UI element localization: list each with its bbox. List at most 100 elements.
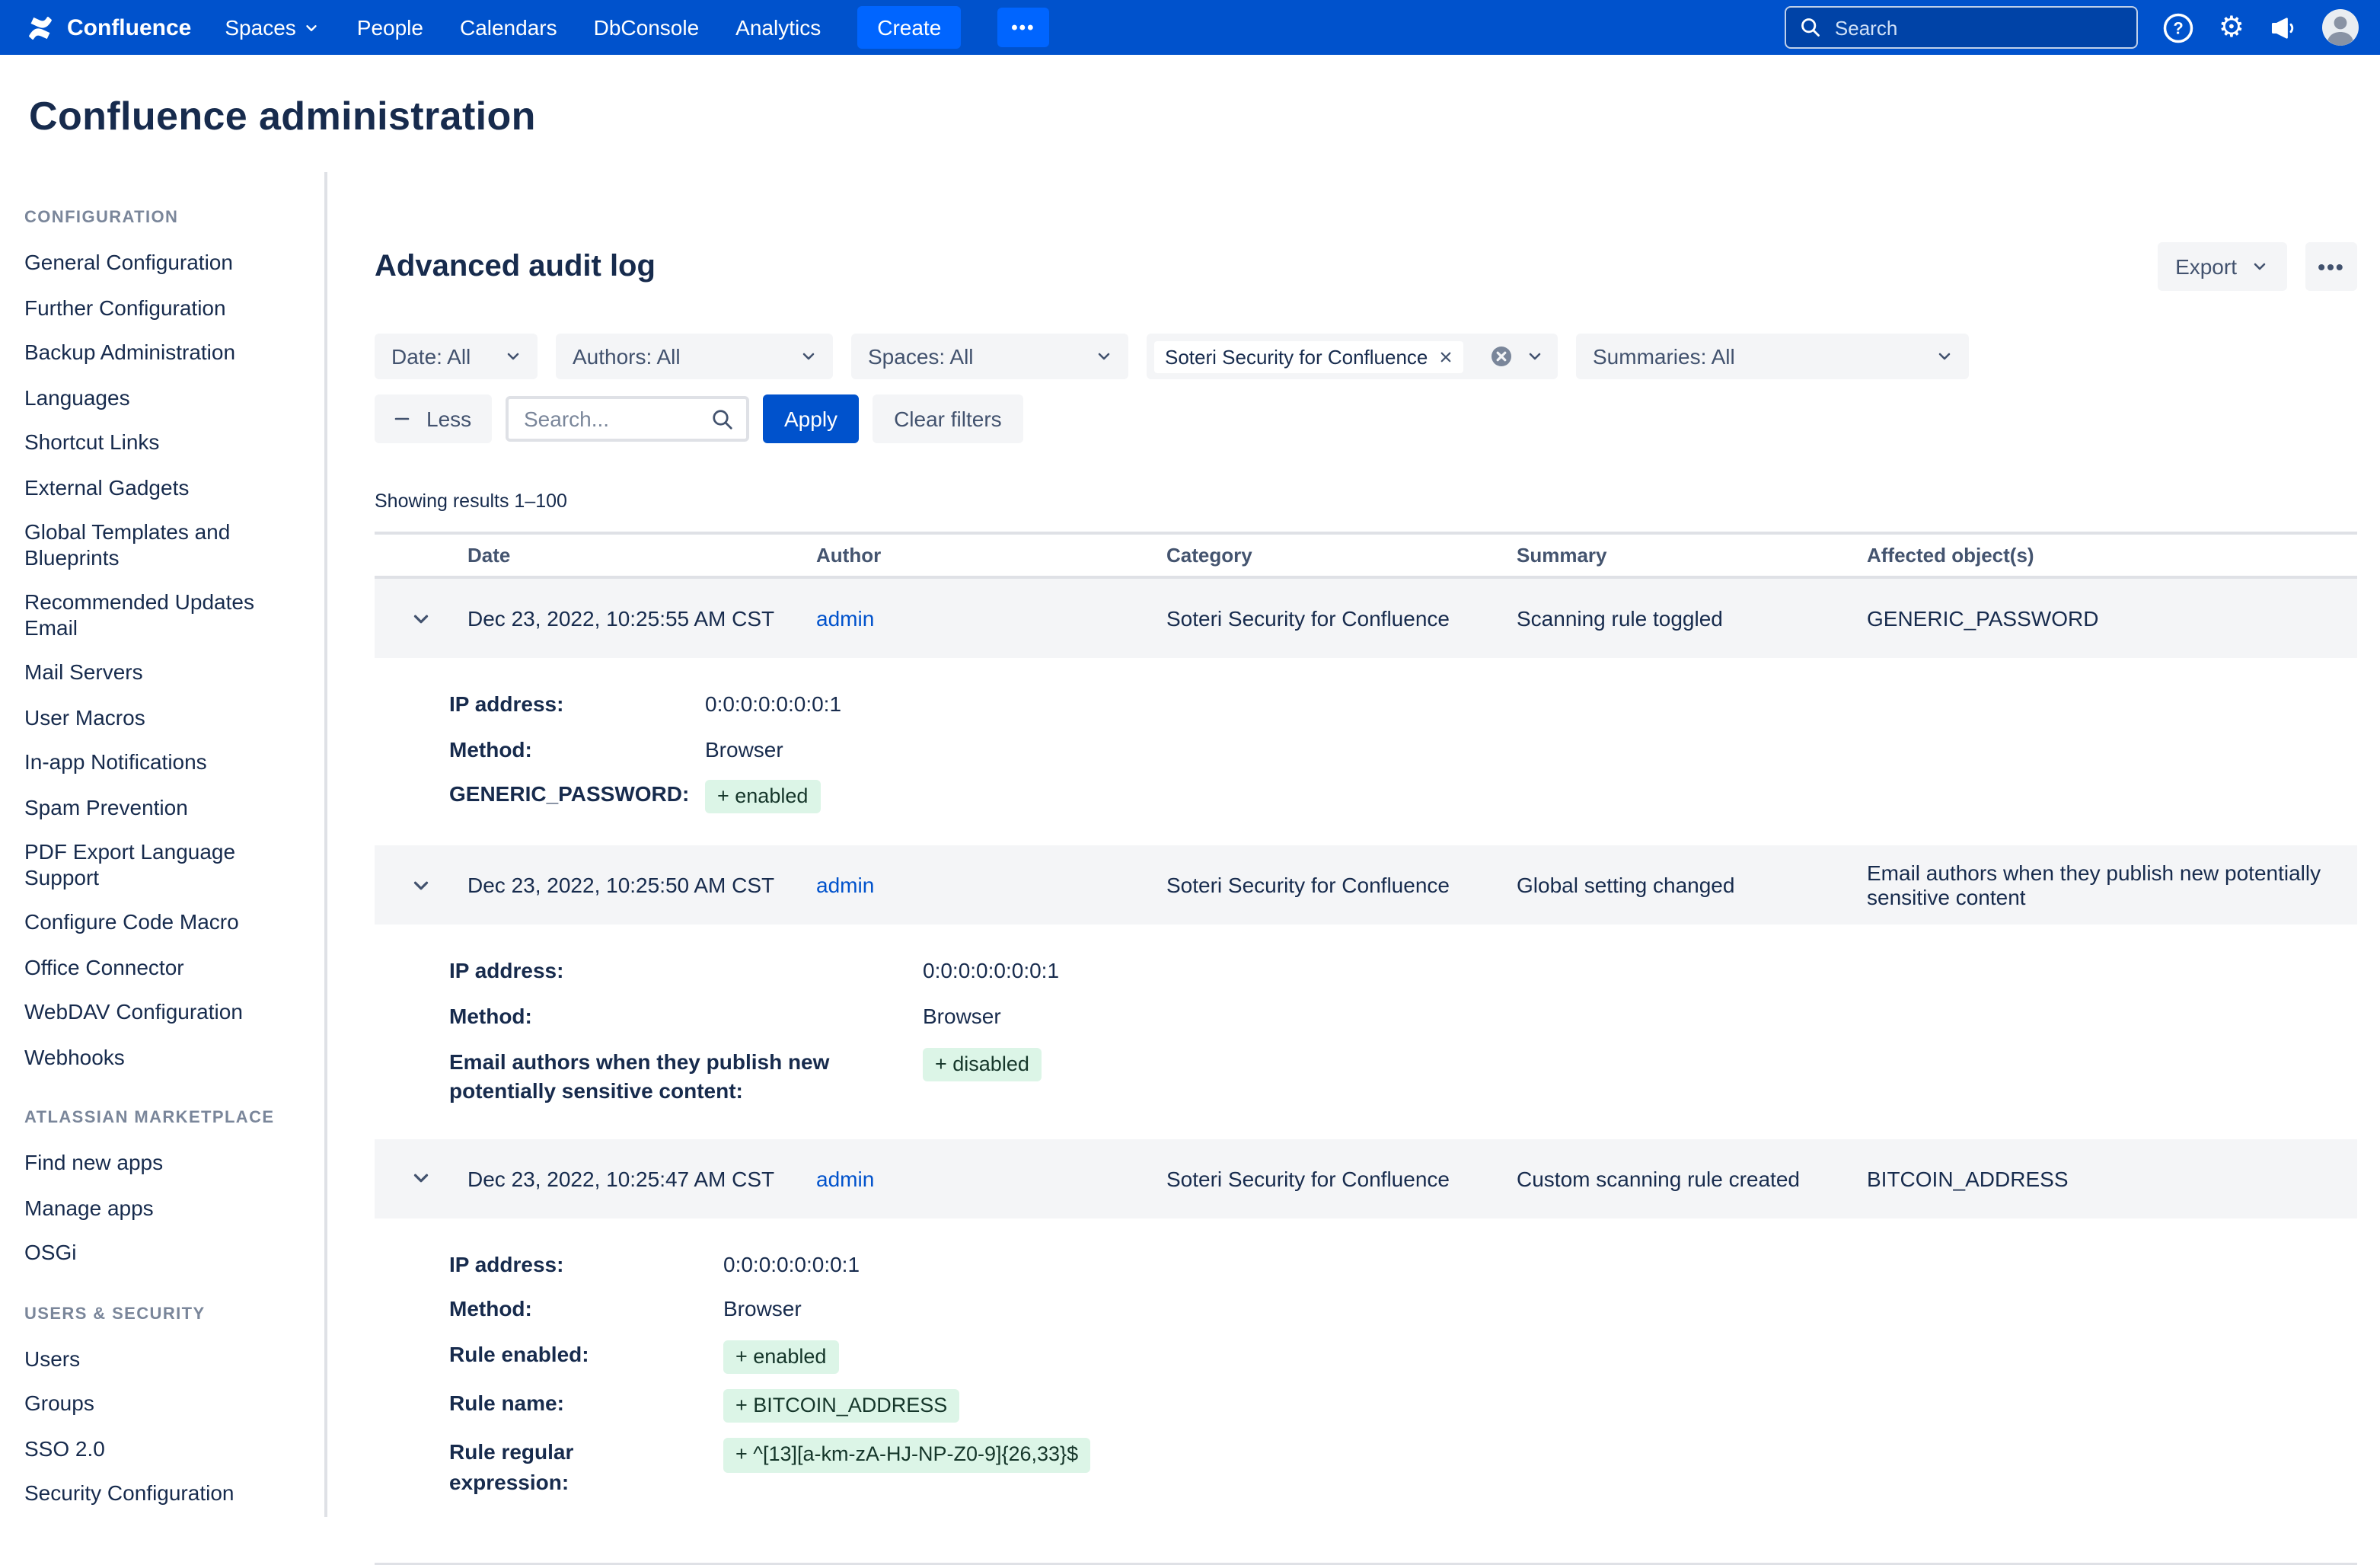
audit-row[interactable]: Dec 23, 2022, 10:25:50 AM CST admin Sote… (375, 846, 2357, 925)
sidebar-item-languages[interactable]: Languages (24, 385, 303, 410)
table-header-row: Date Author Category Summary Affected ob… (375, 532, 2357, 579)
sidebar-heading-marketplace: ATLASSIAN MARKETPLACE (24, 1110, 309, 1128)
sidebar-item-in-app-notifications[interactable]: In-app Notifications (24, 749, 303, 775)
sidebar-item-sso[interactable]: SSO 2.0 (24, 1436, 303, 1461)
authors-filter[interactable]: Authors: All (556, 334, 833, 379)
global-search-input[interactable] (1832, 14, 2123, 40)
apply-button[interactable]: Apply (763, 394, 859, 443)
row-date: Dec 23, 2022, 10:25:50 AM CST (467, 874, 816, 898)
table-divider (375, 1562, 2357, 1565)
audit-search-input[interactable] (521, 405, 702, 433)
author-link[interactable]: admin (816, 1167, 874, 1191)
sidebar-item-shortcut-links[interactable]: Shortcut Links (24, 430, 303, 455)
search-icon (1800, 17, 1821, 38)
sidebar-item-office-connector[interactable]: Office Connector (24, 955, 303, 980)
sidebar-item-groups[interactable]: Groups (24, 1391, 303, 1416)
sidebar-item-global-templates[interactable]: Global Templates and Blueprints (24, 519, 303, 570)
author-link[interactable]: admin (816, 606, 874, 631)
spaces-filter[interactable]: Spaces: All (851, 334, 1128, 379)
results-count: Showing results 1–100 (375, 490, 2357, 512)
global-search[interactable] (1785, 6, 2138, 49)
user-avatar[interactable] (2322, 9, 2359, 46)
sidebar-item-manage-apps[interactable]: Manage apps (24, 1196, 303, 1221)
column-header-category: Category (1166, 544, 1517, 567)
detail-label: Rule name: (449, 1389, 723, 1419)
help-icon: ? (2162, 11, 2194, 43)
export-button[interactable]: Export (2157, 242, 2287, 291)
sidebar-item-security-configuration[interactable]: Security Configuration (24, 1481, 303, 1506)
detail-label: Rule enabled: (449, 1340, 723, 1370)
settings-button[interactable]: ⚙ (2219, 13, 2244, 42)
detail-label: GENERIC_PASSWORD: (449, 780, 705, 810)
column-header-date: Date (467, 544, 816, 567)
collapse-row-chevron-icon[interactable] (375, 607, 467, 630)
filters-actions-row: Less Apply Clear filters (375, 394, 2357, 443)
categories-filter[interactable]: Soteri Security for Confluence (1147, 334, 1558, 379)
sidebar-item-users[interactable]: Users (24, 1346, 303, 1372)
create-button[interactable]: Create (857, 6, 961, 49)
top-navigation: Confluence Spaces People Calendars DbCon… (0, 0, 2380, 55)
audit-search[interactable] (506, 396, 749, 442)
sidebar-item-webdav-configuration[interactable]: WebDAV Configuration (24, 1000, 303, 1025)
row-affected: Email authors when they publish new pote… (1867, 861, 2357, 910)
nav-item-dbconsole[interactable]: DbConsole (594, 15, 700, 40)
sidebar-item-user-macros[interactable]: User Macros (24, 704, 303, 730)
sidebar-item-external-gadgets[interactable]: External Gadgets (24, 474, 303, 500)
sidebar-item-webhooks[interactable]: Webhooks (24, 1045, 303, 1070)
more-actions-button[interactable]: ••• (2305, 242, 2357, 291)
author-link[interactable]: admin (816, 874, 874, 898)
change-chip: + ^[13][a-km-zA-HJ-NP-Z0-9]{26,33}$ (723, 1439, 1090, 1472)
nav-item-calendars[interactable]: Calendars (460, 15, 557, 40)
category-tag: Soteri Security for Confluence (1154, 340, 1463, 372)
sidebar-item-recommended-updates-email[interactable]: Recommended Updates Email (24, 589, 303, 640)
chevron-down-icon (1095, 347, 1113, 366)
date-filter[interactable]: Date: All (375, 334, 538, 379)
sidebar-item-general-configuration[interactable]: General Configuration (24, 250, 303, 275)
audit-row-details: IP address: 0:0:0:0:0:0:0:1 Method: Brow… (375, 658, 2357, 846)
audit-row-details: IP address: 0:0:0:0:0:0:0:1 Method: Brow… (375, 925, 2357, 1139)
summaries-filter[interactable]: Summaries: All (1576, 334, 1969, 379)
clear-filter-icon[interactable] (1491, 346, 1512, 367)
minus-icon (393, 410, 411, 428)
detail-value: 0:0:0:0:0:0:0:1 (705, 690, 2357, 720)
sidebar-item-further-configuration[interactable]: Further Configuration (24, 295, 303, 320)
row-summary: Custom scanning rule created (1517, 1167, 1867, 1191)
change-chip: + enabled (705, 780, 820, 813)
nav-item-spaces[interactable]: Spaces (225, 15, 320, 40)
column-header-summary: Summary (1517, 544, 1867, 567)
audit-log-table: Date Author Category Summary Affected ob… (375, 532, 2357, 1565)
help-button[interactable]: ? (2162, 11, 2194, 43)
announcement-icon (2269, 13, 2298, 42)
detail-label: Method: (449, 1002, 923, 1032)
less-button[interactable]: Less (375, 394, 492, 443)
remove-tag-icon[interactable] (1438, 350, 1452, 363)
nav-item-analytics[interactable]: Analytics (735, 15, 821, 40)
sidebar-item-find-new-apps[interactable]: Find new apps (24, 1151, 303, 1176)
collapse-row-chevron-icon[interactable] (375, 874, 467, 897)
nav-more-button[interactable]: ••• (997, 8, 1048, 47)
sidebar-item-spam-prevention[interactable]: Spam Prevention (24, 794, 303, 819)
clear-filters-button[interactable]: Clear filters (873, 394, 1023, 443)
row-summary: Scanning rule toggled (1517, 606, 1867, 631)
collapse-row-chevron-icon[interactable] (375, 1167, 467, 1190)
audit-row[interactable]: Dec 23, 2022, 10:25:47 AM CST admin Sote… (375, 1139, 2357, 1218)
confluence-logo[interactable]: Confluence (24, 11, 191, 43)
sidebar-item-pdf-export-language[interactable]: PDF Export Language Support (24, 839, 303, 889)
confluence-logo-icon (24, 11, 56, 43)
sidebar-item-configure-code-macro[interactable]: Configure Code Macro (24, 910, 303, 935)
detail-label: IP address: (449, 690, 705, 720)
chevron-down-icon (799, 347, 818, 366)
announcement-button[interactable] (2269, 13, 2298, 42)
sidebar-heading-configuration: CONFIGURATION (24, 209, 309, 227)
detail-value: Browser (705, 735, 2357, 765)
sidebar-heading-users-security: USERS & SECURITY (24, 1305, 309, 1324)
sidebar-item-osgi[interactable]: OSGi (24, 1241, 303, 1266)
chevron-down-icon (1526, 347, 1544, 366)
detail-label: IP address: (449, 957, 923, 987)
svg-text:?: ? (2173, 18, 2183, 37)
filters-row: Date: All Authors: All Spaces: All Soter… (375, 334, 2357, 379)
sidebar-item-backup-administration[interactable]: Backup Administration (24, 340, 303, 365)
audit-row[interactable]: Dec 23, 2022, 10:25:55 AM CST admin Sote… (375, 579, 2357, 658)
sidebar-item-mail-servers[interactable]: Mail Servers (24, 660, 303, 685)
nav-item-people[interactable]: People (357, 15, 423, 40)
